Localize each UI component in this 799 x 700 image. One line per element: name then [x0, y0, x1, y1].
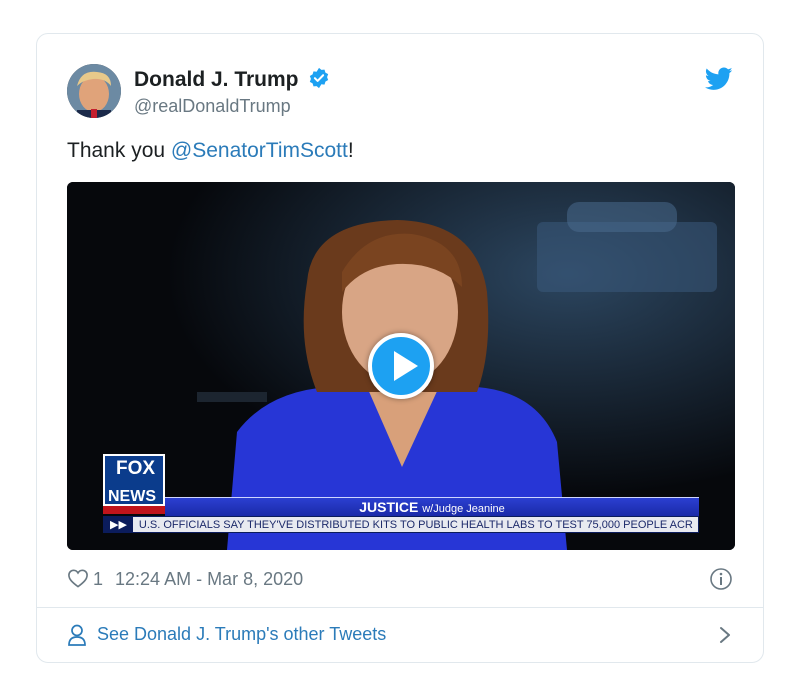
tweet-meta: 1 12:24 AM - Mar 8, 2020 [67, 568, 303, 592]
person-icon [68, 624, 86, 646]
tweet-timestamp[interactable]: 12:24 AM - Mar 8, 2020 [115, 569, 303, 589]
tweet-text-prefix: Thank you [67, 139, 171, 162]
logo-line-1: FOX [116, 458, 156, 479]
tweet-header: Donald J. Trump @realDonaldTrump [67, 64, 733, 120]
chevron-right-icon[interactable] [719, 626, 731, 644]
fox-news-logo: FOX NEWS [103, 454, 165, 514]
logo-line-2: NEWS [108, 488, 156, 505]
see-other-tweets-link[interactable]: See Donald J. Trump's other Tweets [97, 624, 386, 645]
show-title: JUSTICE [359, 499, 419, 515]
author-handle[interactable]: @realDonaldTrump [134, 96, 330, 117]
tweet-text-suffix: ! [347, 139, 354, 162]
embedded-tweet-card: Donald J. Trump @realDonaldTrump Thank y… [36, 33, 764, 663]
logo-channel-strip [103, 506, 165, 514]
footer-divider [37, 607, 763, 608]
tweet-text: Thank you @SenatorTimScott! [67, 139, 354, 163]
like-count[interactable]: 1 [93, 569, 103, 589]
verified-badge-icon [309, 67, 329, 89]
author-display-name[interactable]: Donald J. Trump [134, 68, 299, 92]
twitter-bird-icon[interactable] [705, 67, 733, 91]
mention-link[interactable]: @SenatorTimScott [171, 139, 348, 162]
info-icon[interactable] [709, 567, 733, 591]
play-icon [394, 351, 418, 381]
video-player[interactable]: FOX NEWS JUSTICE w/Judge Jeanine ▶▶ U.S. … [67, 182, 735, 550]
news-ticker: ▶▶ U.S. OFFICIALS SAY THEY'VE DISTRIBUTED… [103, 516, 699, 533]
tweet-footer[interactable]: See Donald J. Trump's other Tweets [67, 622, 733, 652]
show-title-bar: JUSTICE w/Judge Jeanine [165, 497, 699, 516]
ticker-arrow: ▶▶ [104, 517, 133, 532]
show-subtitle: w/Judge Jeanine [422, 503, 505, 515]
play-button[interactable] [368, 333, 434, 399]
author-avatar[interactable] [67, 64, 121, 118]
ticker-text: U.S. OFFICIALS SAY THEY'VE DISTRIBUTED K… [138, 519, 693, 531]
heart-icon[interactable] [67, 568, 89, 588]
author-names: Donald J. Trump @realDonaldTrump [134, 67, 330, 117]
